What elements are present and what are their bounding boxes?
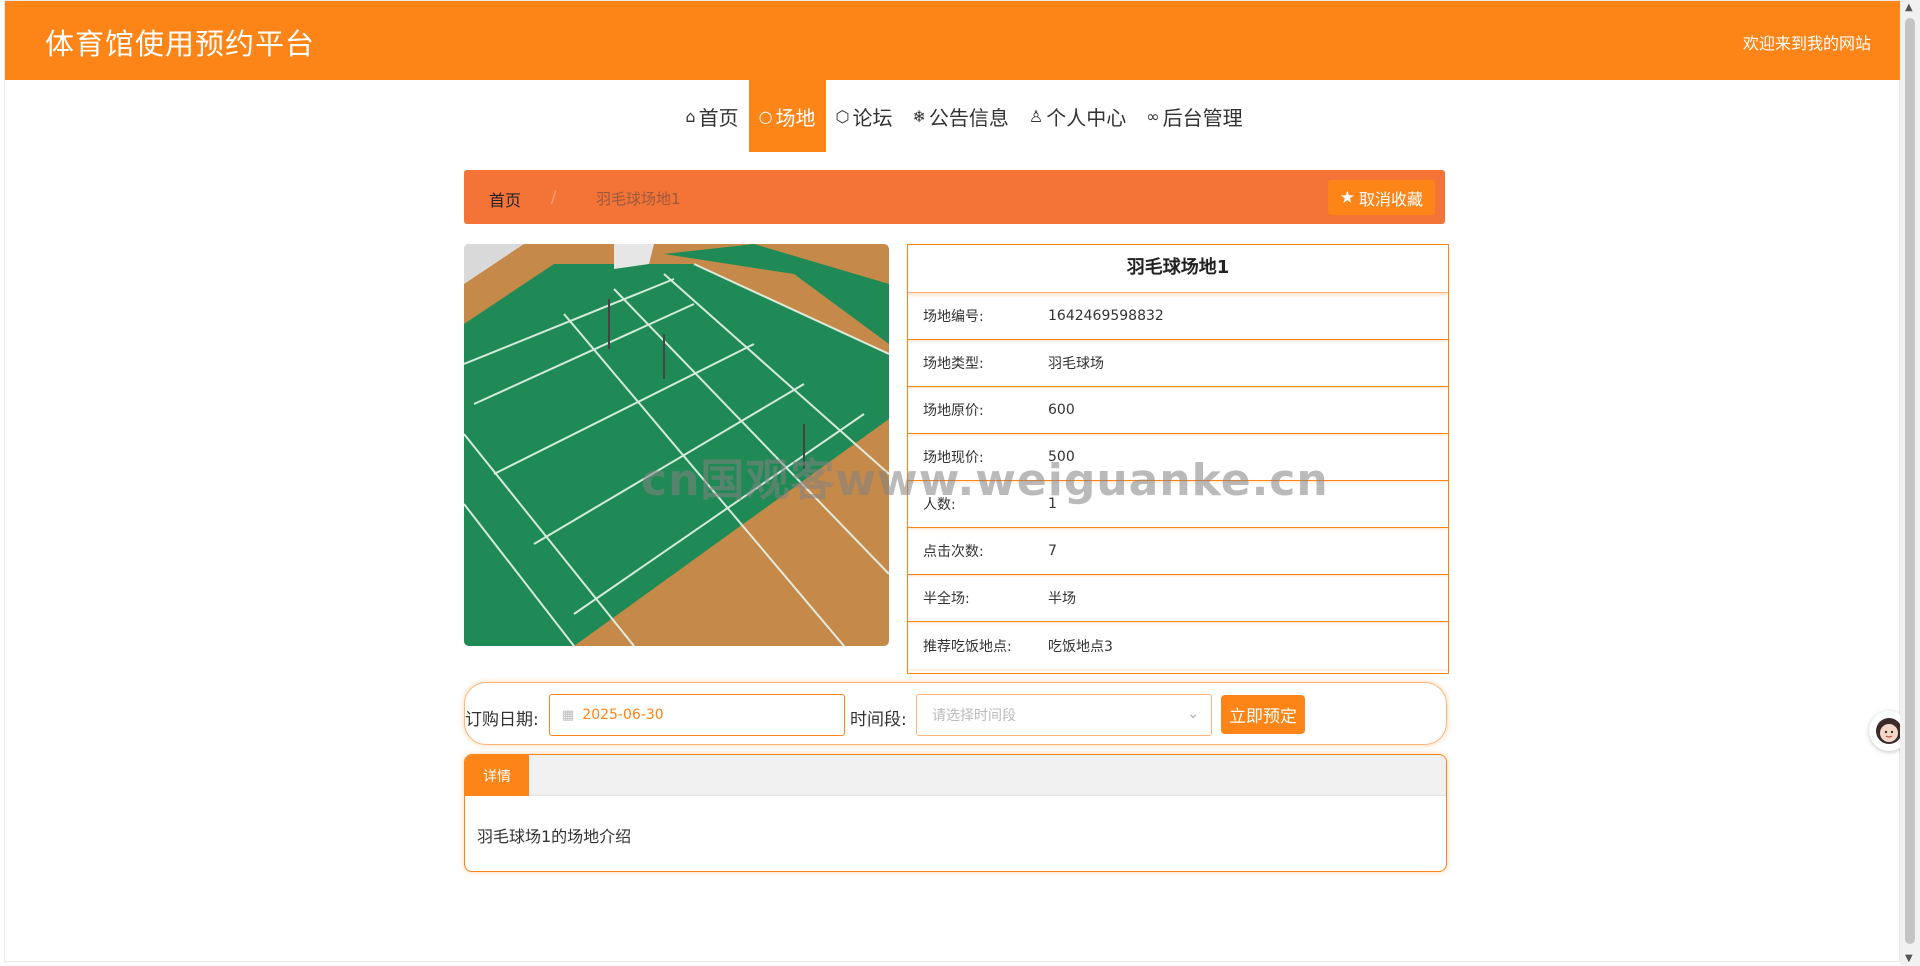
date-label: 订购日期:	[465, 710, 539, 730]
time-slot-select[interactable]: 请选择时间段 ⌄	[916, 694, 1212, 736]
nav-item-admin[interactable]: ∞ 后台管理	[1136, 80, 1252, 152]
scrollbar-thumb[interactable]	[1905, 18, 1915, 944]
nav-item-venue[interactable]: ○ 场地	[748, 80, 826, 152]
field-value: 7	[1048, 543, 1057, 559]
field-label: 推荐吃饭地点:	[923, 638, 1012, 655]
nav-label: 后台管理	[1162, 105, 1243, 130]
snowflake-icon: ❄	[912, 106, 926, 126]
field-label: 点击次数:	[923, 544, 984, 560]
breadcrumb-separator: /	[551, 187, 557, 206]
breadcrumb-current: 羽毛球场地1	[596, 190, 681, 208]
main-nav: ⌂ 首页 ○ 场地 ⬡ 论坛 ❄ 公告信息 ♙ 个人中心 ∞ 后台管理	[5, 80, 1901, 152]
field-value: 600	[1048, 402, 1075, 418]
info-row: 场地类型: 羽毛球场	[908, 340, 1448, 387]
unfavorite-button[interactable]: ★ 取消收藏	[1327, 180, 1435, 215]
field-value: 半场	[1048, 591, 1076, 607]
field-label: 场地类型:	[923, 356, 984, 372]
details-tabbar: 详情	[465, 755, 1446, 796]
info-row: 推荐吃饭地点: 吃饭地点3	[908, 622, 1448, 669]
site-header: 体育馆使用预约平台 欢迎来到我的网站	[5, 1, 1901, 80]
info-row: 场地原价: 600	[908, 387, 1448, 434]
star-icon: ★	[1339, 187, 1355, 208]
nav-label: 首页	[698, 105, 739, 130]
date-picker-input[interactable]: ▦ 2025-06-30	[549, 694, 845, 736]
venue-description: 羽毛球场1的场地介绍	[477, 827, 632, 846]
info-row: 场地编号: 1642469598832	[908, 293, 1448, 340]
circle-icon: ○	[758, 106, 773, 126]
info-row: 半全场: 半场	[908, 575, 1448, 622]
scroll-down-arrow[interactable]: ▼	[1905, 953, 1913, 964]
nav-label: 个人中心	[1046, 105, 1127, 130]
breadcrumb-home-link[interactable]: 首页	[489, 187, 521, 211]
site-title: 体育馆使用预约平台	[45, 27, 316, 61]
user-icon: ♙	[1028, 106, 1044, 126]
book-now-button[interactable]: 立即预定	[1221, 695, 1305, 734]
tab-details[interactable]: 详情	[465, 755, 529, 796]
info-row: 点击次数: 7	[908, 528, 1448, 575]
nav-item-home[interactable]: ⌂ 首页	[675, 80, 748, 152]
nav-label: 场地	[775, 105, 816, 130]
unfavorite-label: 取消收藏	[1358, 189, 1423, 209]
field-value: 羽毛球场	[1048, 356, 1104, 372]
field-value: 1642469598832	[1048, 308, 1164, 324]
nav-label: 论坛	[852, 105, 893, 130]
nav-item-profile[interactable]: ♙ 个人中心	[1019, 80, 1136, 152]
nav-label: 公告信息	[928, 105, 1009, 130]
vertical-scrollbar[interactable]: ▲ ▼	[1900, 0, 1920, 966]
cube-icon: ⬡	[835, 106, 850, 126]
field-label: 半全场:	[923, 591, 970, 607]
booking-form: 订购日期: ▦ 2025-06-30 时间段: 请选择时间段 ⌄ 立即预定	[464, 682, 1447, 745]
breadcrumb: 首页 / 羽毛球场地1 ★ 取消收藏	[464, 170, 1445, 224]
time-placeholder: 请选择时间段	[932, 708, 1016, 724]
nav-item-notices[interactable]: ❄ 公告信息	[903, 80, 1019, 152]
scroll-up-arrow[interactable]: ▲	[1905, 2, 1913, 13]
home-icon: ⌂	[685, 106, 696, 126]
venue-title: 羽毛球场地1	[908, 245, 1448, 293]
date-value: 2025-06-30	[582, 707, 664, 723]
calendar-icon: ▦	[562, 707, 575, 723]
field-label: 场地编号:	[923, 309, 984, 325]
welcome-text: 欢迎来到我的网站	[1742, 34, 1871, 53]
field-value: 吃饭地点3	[1048, 638, 1113, 655]
avatar-face-icon	[1876, 718, 1902, 744]
nav-item-forum[interactable]: ⬡ 论坛	[826, 80, 903, 152]
field-label: 场地原价:	[923, 403, 984, 419]
chevron-down-icon: ⌄	[1187, 706, 1199, 722]
time-label: 时间段:	[850, 710, 907, 730]
details-panel: 详情 羽毛球场1的场地介绍	[464, 754, 1447, 872]
page-frame: 体育馆使用预约平台 欢迎来到我的网站 ⌂ 首页 ○ 场地 ⬡ 论坛 ❄ 公告信息…	[4, 0, 1909, 962]
watermark-text: cn国观客www.weiguanke.cn	[641, 455, 1329, 506]
link-icon: ∞	[1146, 106, 1160, 126]
